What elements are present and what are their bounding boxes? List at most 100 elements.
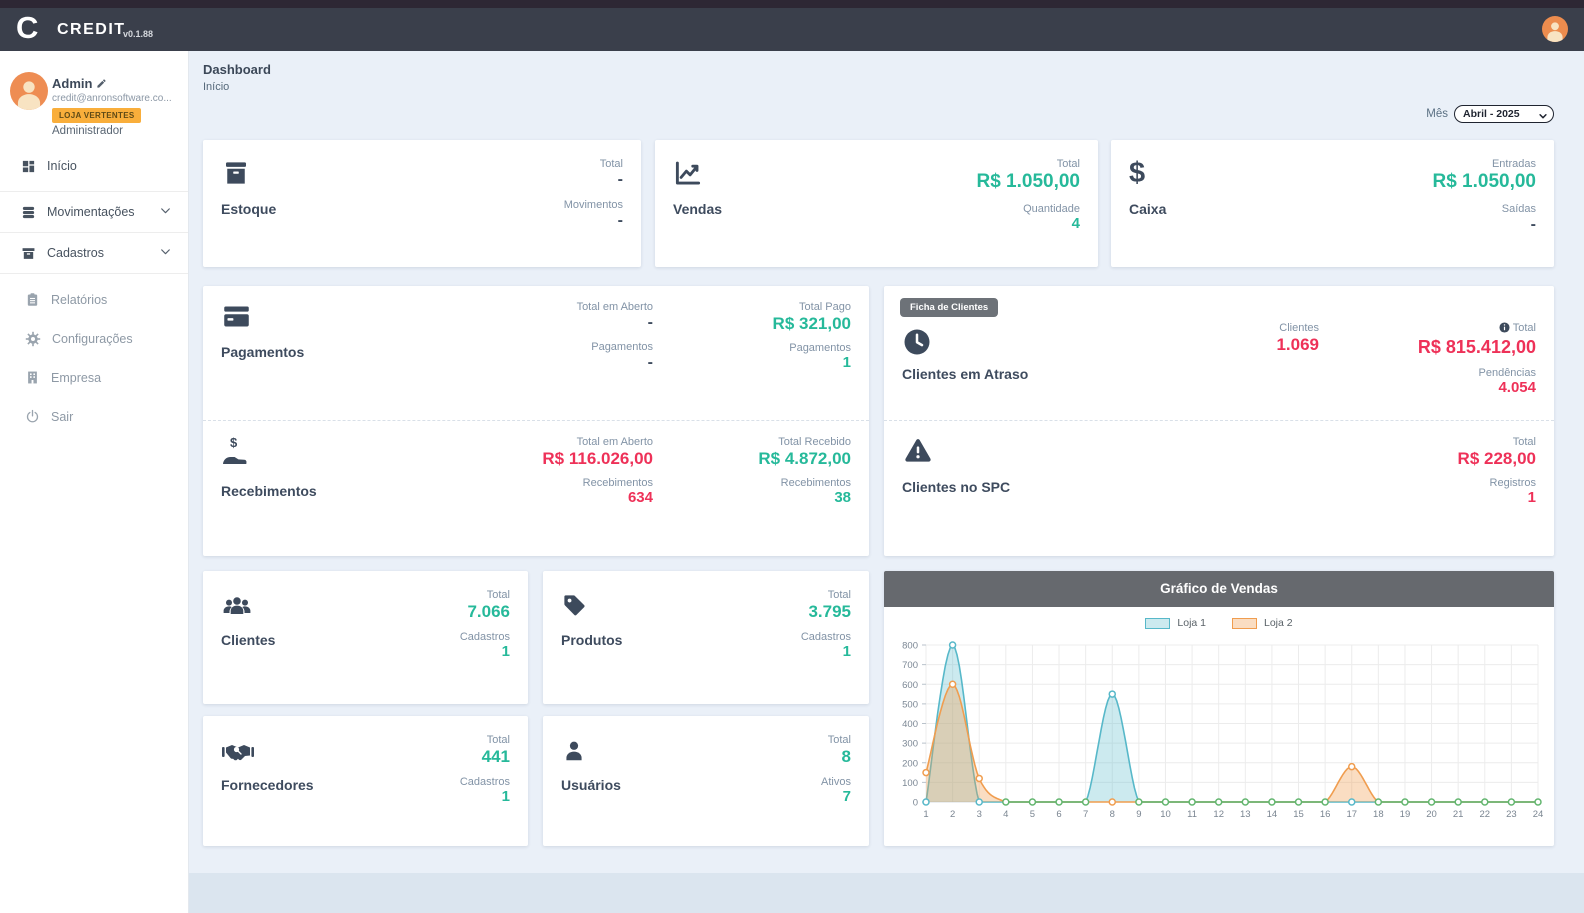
stat-label: Entradas bbox=[1432, 158, 1536, 170]
info-icon[interactable] bbox=[1499, 322, 1510, 336]
stat-label: Total Pago bbox=[653, 301, 851, 313]
card-title: Pagamentos bbox=[221, 344, 304, 360]
legend-item-loja2[interactable]: Loja 2 bbox=[1232, 617, 1293, 629]
stat-value: 1 bbox=[801, 643, 851, 662]
power-icon bbox=[25, 409, 40, 424]
svg-text:200: 200 bbox=[902, 758, 918, 769]
svg-text:18: 18 bbox=[1373, 809, 1384, 820]
sidebar-item-empresa[interactable]: Empresa bbox=[0, 358, 188, 397]
person-icon bbox=[1542, 16, 1568, 42]
sidebar-item-label: Sair bbox=[51, 410, 73, 424]
svg-text:1: 1 bbox=[923, 809, 928, 820]
svg-text:19: 19 bbox=[1400, 809, 1411, 820]
building-icon bbox=[25, 370, 40, 385]
stat-value: 4 bbox=[976, 215, 1080, 234]
stat-value: 634 bbox=[453, 489, 653, 508]
stat-label: Total em Aberto bbox=[453, 436, 653, 448]
svg-text:11: 11 bbox=[1187, 809, 1197, 820]
svg-text:4: 4 bbox=[1003, 809, 1008, 820]
stat-value: 3.795 bbox=[801, 601, 851, 622]
clipboard-icon bbox=[25, 292, 40, 307]
sidebar-nav: Início Movimentações Cadastros Relatório… bbox=[0, 147, 188, 436]
stat-value: 1 bbox=[653, 354, 851, 373]
edit-profile-icon[interactable] bbox=[96, 77, 107, 92]
svg-text:5: 5 bbox=[1030, 809, 1035, 820]
sidebar-item-sair[interactable]: Sair bbox=[0, 397, 188, 436]
stat-value: - bbox=[564, 170, 623, 190]
svg-text:15: 15 bbox=[1293, 809, 1304, 820]
card-title: Vendas bbox=[673, 201, 722, 217]
chart-title: Gráfico de Vendas bbox=[884, 571, 1554, 607]
stat-value: R$ 321,00 bbox=[653, 313, 851, 334]
stat-label: Recebimentos bbox=[453, 477, 653, 489]
sidebar-item-label: Início bbox=[47, 159, 77, 173]
svg-text:9: 9 bbox=[1136, 809, 1141, 820]
svg-text:13: 13 bbox=[1240, 809, 1251, 820]
section-clientes-spc: Clientes no SPC TotalR$ 228,00 Registros… bbox=[884, 421, 1554, 556]
stat-label: Total bbox=[460, 589, 510, 601]
stat-label: Total bbox=[564, 158, 623, 170]
app-name: CREDIT bbox=[57, 21, 126, 39]
user-email: credit@anronsoftware.co... bbox=[52, 93, 182, 104]
month-select[interactable]: Abril - 2025 bbox=[1454, 105, 1554, 123]
gear-icon bbox=[25, 331, 41, 347]
card-title: Caixa bbox=[1129, 201, 1166, 217]
card-vendas: Vendas TotalR$ 1.050,00 Quantidade4 bbox=[655, 140, 1098, 267]
user-avatar bbox=[10, 72, 48, 110]
page-title: Dashboard bbox=[203, 62, 271, 77]
sidebar-item-label: Cadastros bbox=[47, 246, 104, 260]
user-name: Admin bbox=[52, 76, 107, 92]
section-recebimentos: $ Recebimentos Total em AbertoR$ 116.026… bbox=[203, 421, 869, 556]
svg-text:2: 2 bbox=[950, 809, 955, 820]
users-icon bbox=[221, 589, 275, 619]
app-logo: C bbox=[16, 10, 38, 46]
stat-value: - bbox=[564, 211, 623, 231]
stat-label: Pagamentos bbox=[453, 341, 653, 353]
legend-item-loja1[interactable]: Loja 1 bbox=[1145, 617, 1206, 629]
svg-text:20: 20 bbox=[1426, 809, 1437, 820]
stat-value: R$ 4.872,00 bbox=[653, 448, 851, 469]
user-avatar-button[interactable] bbox=[1542, 16, 1568, 42]
store-badge: LOJA VERTENTES bbox=[52, 108, 141, 123]
stat-value: 1.069 bbox=[1119, 334, 1319, 355]
stat-value: 38 bbox=[653, 489, 851, 508]
month-filter: Mês Abril - 2025 bbox=[1426, 104, 1554, 123]
svg-text:10: 10 bbox=[1160, 809, 1171, 820]
stat-label: Total bbox=[460, 734, 510, 746]
svg-text:21: 21 bbox=[1453, 809, 1464, 820]
sidebar-item-label: Relatórios bbox=[51, 293, 107, 307]
stat-value: 7.066 bbox=[460, 601, 510, 622]
card-title: Estoque bbox=[221, 201, 276, 217]
user-icon bbox=[561, 734, 621, 764]
svg-text:100: 100 bbox=[902, 778, 918, 789]
ficha-de-clientes-button[interactable]: Ficha de Clientes bbox=[900, 298, 998, 317]
stat-value: R$ 1.050,00 bbox=[1432, 170, 1536, 194]
hand-dollar-icon: $ bbox=[221, 436, 317, 470]
card-estoque: Estoque Total- Movimentos- bbox=[203, 140, 641, 267]
sidebar-item-cadastros[interactable]: Cadastros bbox=[0, 233, 188, 274]
dashboard-page: C CREDIT v0.1.88 Admin credit@anronsoftw… bbox=[0, 0, 1584, 913]
stat-label: Clientes bbox=[1119, 322, 1319, 334]
svg-text:8: 8 bbox=[1110, 809, 1115, 820]
stat-label: Registros bbox=[1338, 477, 1536, 489]
stat-label: Saídas bbox=[1432, 203, 1536, 215]
svg-text:300: 300 bbox=[902, 739, 918, 750]
stat-label: Total bbox=[1338, 436, 1536, 448]
svg-text:700: 700 bbox=[902, 660, 918, 671]
chart-legend: Loja 1 Loja 2 bbox=[884, 615, 1554, 631]
stat-label: Movimentos bbox=[564, 199, 623, 211]
sidebar-item-configuracoes[interactable]: Configurações bbox=[0, 319, 188, 358]
stat-value: 1 bbox=[460, 788, 510, 807]
sidebar-item-movimentacoes[interactable]: Movimentações bbox=[0, 191, 188, 233]
chart-line-icon bbox=[673, 158, 722, 188]
svg-text:600: 600 bbox=[902, 680, 918, 691]
stat-label: Cadastros bbox=[460, 631, 510, 643]
sidebar-item-relatorios[interactable]: Relatórios bbox=[0, 280, 188, 319]
stat-value: R$ 228,00 bbox=[1338, 448, 1536, 469]
stat-label: Total bbox=[821, 734, 851, 746]
svg-text:24: 24 bbox=[1533, 809, 1544, 820]
card-grafico-vendas: Gráfico de Vendas Loja 1 Loja 2 01002003… bbox=[884, 571, 1554, 846]
sidebar-item-inicio[interactable]: Início bbox=[0, 147, 188, 185]
sales-line-chart: 0100200300400500600700800123456789101112… bbox=[884, 631, 1554, 846]
legend-label: Loja 2 bbox=[1264, 617, 1293, 629]
